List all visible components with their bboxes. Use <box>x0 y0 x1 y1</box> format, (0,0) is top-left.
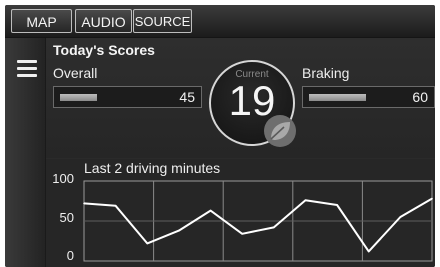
overall-value: 45 <box>179 89 195 105</box>
overall-score-box: 45 <box>53 86 202 108</box>
braking-score-box: 60 <box>302 86 435 108</box>
data-point <box>336 204 338 206</box>
overall-score-bar <box>60 94 97 101</box>
data-point <box>178 229 180 232</box>
chart-title: Last 2 driving minutes <box>84 160 221 176</box>
braking-label: Braking <box>302 65 350 81</box>
side-rail <box>5 38 46 267</box>
overall-label: Overall <box>53 65 98 81</box>
y-tick-0: 0 <box>66 248 74 263</box>
data-point <box>83 202 85 205</box>
menu-icon[interactable] <box>17 60 37 77</box>
data-point <box>273 226 275 229</box>
scores-panel: Today's Scores Overall 45 Current 19 Bra… <box>46 38 435 158</box>
data-point <box>431 197 433 200</box>
data-point <box>241 233 243 235</box>
leaf-icon <box>264 115 296 147</box>
data-point <box>367 250 370 253</box>
chart-plot <box>83 180 433 262</box>
braking-score-bar <box>309 94 366 101</box>
screen: MAP AUDIO SOURCE Today's Scores Overall … <box>5 5 435 267</box>
series-line <box>83 197 433 253</box>
driving-history-chart: Last 2 driving minutes 100 50 0 <box>46 159 435 267</box>
data-point <box>114 205 117 207</box>
scores-title: Today's Scores <box>53 42 155 58</box>
data-point <box>209 209 212 212</box>
data-point <box>146 242 149 245</box>
y-tick-50: 50 <box>59 210 74 225</box>
braking-value: 60 <box>412 89 428 105</box>
data-point <box>304 199 307 201</box>
current-score-dial: Current 19 <box>209 60 296 147</box>
data-point <box>399 216 402 218</box>
tab-map[interactable]: MAP <box>11 9 72 33</box>
y-tick-100: 100 <box>52 171 74 186</box>
top-nav-bar: MAP AUDIO SOURCE <box>5 5 435 38</box>
tab-source[interactable]: SOURCE <box>133 9 192 33</box>
tab-audio[interactable]: AUDIO <box>75 9 132 33</box>
